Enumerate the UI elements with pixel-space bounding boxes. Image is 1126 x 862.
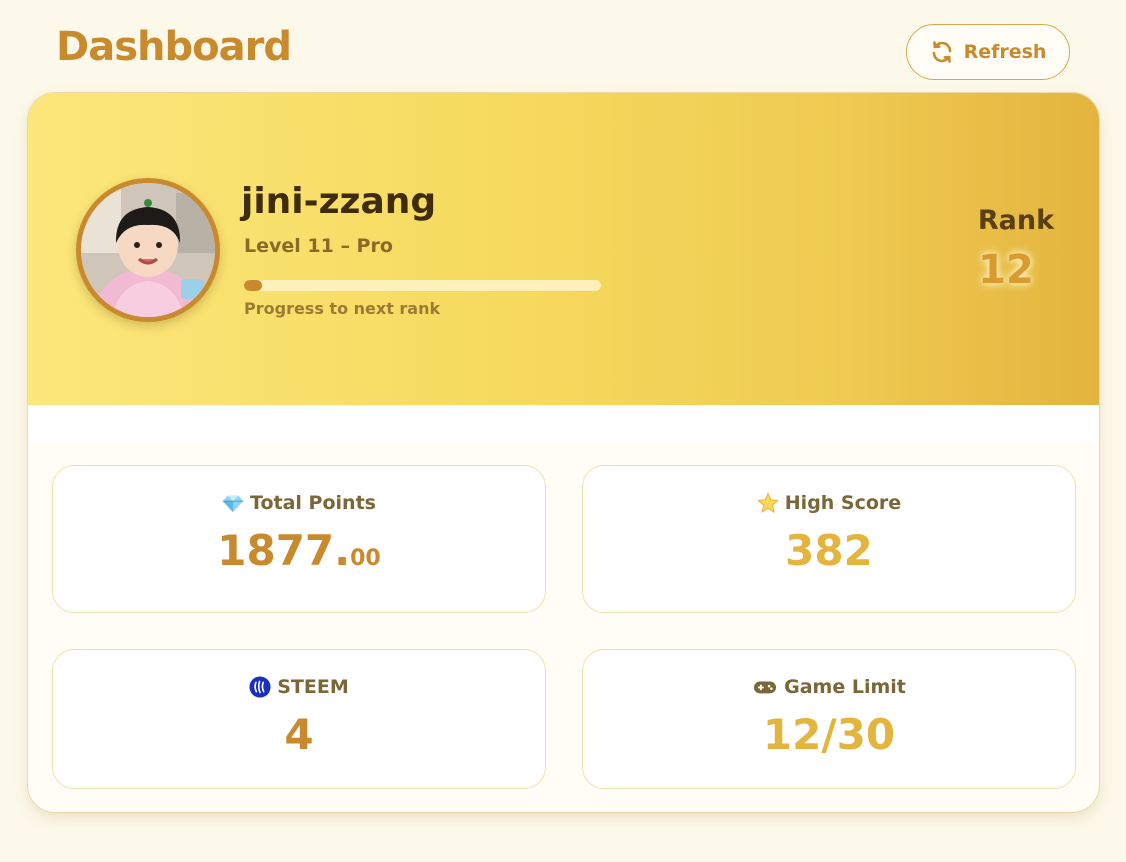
game-limit-card: Game Limit 12/30 <box>582 649 1076 789</box>
username: jini-zzang <box>241 181 437 222</box>
steem-label: STEEM <box>277 676 349 698</box>
gamepad-icon <box>754 681 777 694</box>
rank-value: 12 <box>978 247 1034 293</box>
steem-value: 4 <box>284 710 314 759</box>
dashboard-page: Dashboard Refresh jini-zzang Level 11 – … <box>0 0 1126 862</box>
rank-label: Rank <box>977 205 1055 236</box>
star-icon <box>757 492 779 513</box>
page-title: Dashboard <box>56 24 292 70</box>
game-limit-value: 12/30 <box>762 710 896 759</box>
high-score-card: High Score 382 <box>582 465 1076 613</box>
profile-card: jini-zzang Level 11 – Pro Progress to ne… <box>27 92 1100 813</box>
total-points-decimals: 00 <box>350 546 381 571</box>
game-limit-label: Game Limit <box>784 676 906 698</box>
gem-icon <box>222 495 244 513</box>
level-text: Level 11 – Pro <box>244 235 393 257</box>
banner-divider <box>28 405 1099 441</box>
rank-progress-bar <box>244 280 601 291</box>
total-points-value: 1877.00 <box>53 526 545 575</box>
steem-card: STEEM 4 <box>52 649 546 789</box>
profile-banner: jini-zzang Level 11 – Pro Progress to ne… <box>28 93 1099 405</box>
total-points-integer: 1877. <box>217 526 351 575</box>
rank-progress-fill <box>244 280 262 291</box>
steem-icon <box>249 676 271 698</box>
refresh-button[interactable]: Refresh <box>906 24 1070 80</box>
total-points-card: Total Points 1877.00 <box>52 465 546 613</box>
progress-label: Progress to next rank <box>244 299 441 318</box>
refresh-label: Refresh <box>963 41 1047 63</box>
refresh-icon <box>932 41 951 63</box>
total-points-label: Total Points <box>250 492 376 514</box>
high-score-label: High Score <box>784 492 902 514</box>
avatar[interactable] <box>76 178 220 322</box>
avatar-photo <box>81 183 215 317</box>
high-score-value: 382 <box>785 526 873 575</box>
